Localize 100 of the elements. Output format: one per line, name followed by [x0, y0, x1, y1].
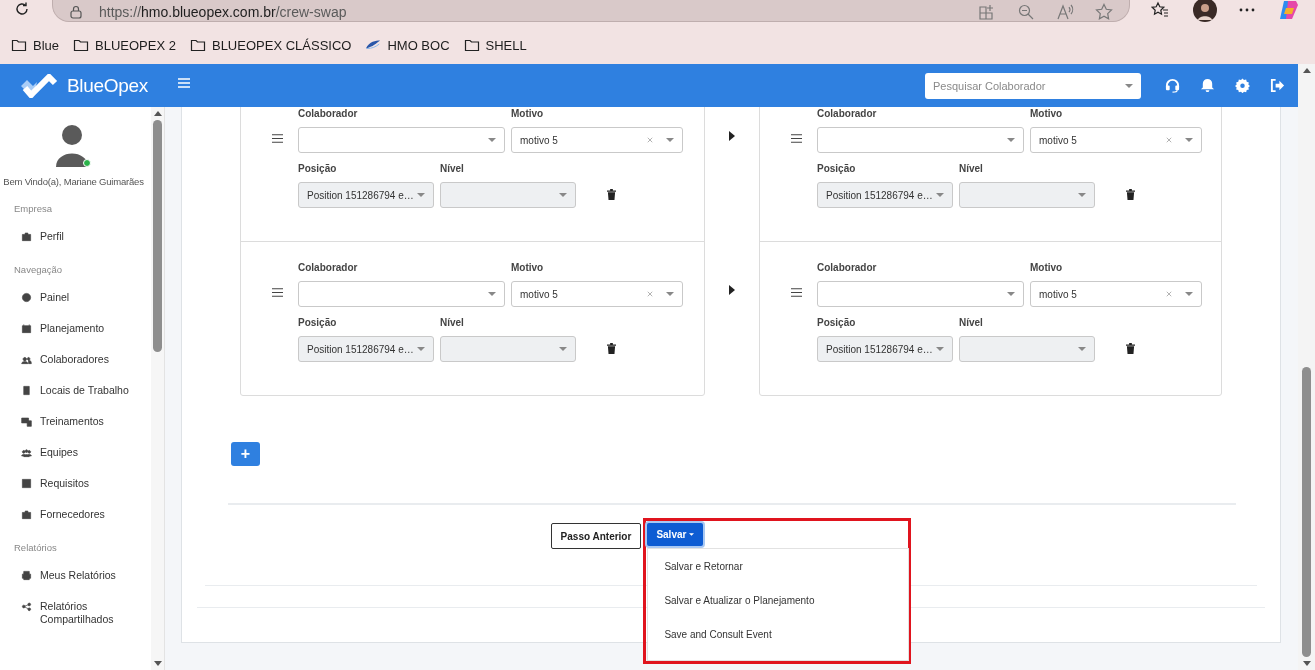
nav-icon	[21, 601, 32, 612]
sidebar-item[interactable]: Meus Relatórios	[0, 556, 151, 587]
folder-icon	[463, 37, 480, 53]
clear-icon[interactable]	[647, 291, 653, 297]
bookmark[interactable]: BLUEOPEX 2	[73, 37, 176, 53]
sidebar-item[interactable]: Equipes	[0, 433, 151, 464]
clear-icon[interactable]	[1166, 291, 1172, 297]
field-label: Posição	[298, 163, 338, 175]
drag-handle-icon[interactable]	[791, 288, 802, 297]
copilot-icon[interactable]	[1278, 0, 1300, 21]
trash-icon[interactable]	[1126, 189, 1135, 200]
caret-icon	[1185, 292, 1193, 296]
section-heading: Navegação	[13, 263, 64, 277]
menu-item[interactable]: Salvar e Atualizar o Planejamento	[648, 584, 909, 618]
welcome-text: Bem Vindo(a), Mariane Guimarães	[3, 176, 144, 187]
nav-icon	[21, 292, 32, 303]
triangle-right-icon	[729, 285, 735, 295]
settings-icon[interactable]	[1235, 78, 1250, 93]
motivo-select[interactable]: motivo 5	[1030, 281, 1202, 307]
drag-handle-icon[interactable]	[272, 134, 283, 143]
triangle-right-icon	[729, 131, 735, 141]
caret-icon	[936, 347, 944, 351]
field-label: Motivo	[1030, 108, 1064, 120]
profile-avatar-icon[interactable]	[1193, 0, 1217, 22]
trash-icon[interactable]	[607, 189, 616, 200]
url-text: https://hmo.blueopex.com.br/crew-swap	[99, 3, 347, 20]
menu-icon[interactable]	[178, 77, 191, 88]
sidebar-item[interactable]: Requisitos	[0, 464, 151, 495]
scroll-up-icon[interactable]	[153, 111, 162, 116]
scrollbar[interactable]	[151, 107, 164, 670]
nav-icon	[21, 385, 32, 396]
search-select[interactable]: Pesquisar Colaborador	[925, 72, 1141, 99]
nav-icon	[21, 478, 32, 489]
caret-icon	[488, 292, 496, 296]
field-label: Motivo	[511, 262, 545, 274]
star-icon[interactable]	[1095, 2, 1113, 21]
save-dropdown-button[interactable]: Salvar	[647, 523, 704, 546]
page-scrollbar[interactable]	[1298, 64, 1315, 670]
field-label: Motivo	[1030, 262, 1064, 274]
bell-icon[interactable]	[1200, 78, 1215, 93]
trash-icon[interactable]	[607, 343, 616, 354]
caret-icon	[1185, 138, 1193, 142]
menu-item[interactable]: Salvar e Retornar	[648, 550, 909, 584]
sidebar-item[interactable]: Locais de Trabalho	[0, 371, 151, 402]
reload-icon[interactable]	[14, 1, 30, 17]
bookmark[interactable]: BLUEOPEX CLÁSSICO	[189, 37, 352, 53]
checkmark-logo-icon	[19, 73, 59, 98]
field-label: Posição	[817, 163, 857, 175]
menu-item[interactable]: Save and Consult Event	[648, 618, 909, 652]
previous-step-button[interactable]: Passo Anterior	[550, 523, 642, 549]
more-icon[interactable]	[1239, 8, 1255, 12]
folder-icon	[11, 37, 27, 53]
bookmark[interactable]: Blue	[11, 37, 60, 53]
read-aloud-icon[interactable]	[1056, 2, 1074, 21]
motivo-select[interactable]: motivo 5	[1030, 127, 1202, 153]
caret-icon	[1007, 138, 1015, 142]
sidebar-item[interactable]: Perfil	[0, 217, 151, 248]
section-heading: Relatórios	[13, 541, 58, 555]
motivo-select[interactable]: motivo 5	[511, 281, 683, 307]
sidebar-item[interactable]: Relatórios Compartilhados	[0, 587, 151, 631]
sidebar-item[interactable]: Planejamento	[0, 309, 151, 340]
address-bar[interactable]: https://hmo.blueopex.com.br/crew-swap	[52, 0, 1130, 22]
grid-add-icon[interactable]	[978, 2, 996, 21]
motivo-select[interactable]: motivo 5	[511, 127, 683, 153]
bookmark[interactable]: SHELL	[463, 37, 527, 53]
caret-icon	[488, 138, 496, 142]
sidebar-item[interactable]: Treinamentos	[0, 402, 151, 433]
caret-icon	[666, 138, 674, 142]
zoom-out-icon[interactable]	[1017, 2, 1035, 21]
add-button[interactable]: +	[231, 442, 260, 466]
field-label: Posição	[817, 317, 857, 329]
caret-icon	[417, 347, 425, 351]
nav-icon	[21, 416, 32, 427]
field-label: Colaborador	[298, 262, 359, 274]
sidebar-item[interactable]: Colaboradores	[0, 340, 151, 371]
lock-icon[interactable]	[69, 4, 83, 19]
clear-icon[interactable]	[1166, 137, 1172, 143]
caret-icon	[1078, 193, 1086, 197]
trash-icon[interactable]	[1126, 343, 1135, 354]
clear-icon[interactable]	[647, 137, 653, 143]
sidebar-item[interactable]: Fornecedores	[0, 495, 151, 526]
drag-handle-icon[interactable]	[791, 134, 802, 143]
headset-icon[interactable]	[1165, 78, 1180, 93]
caret-icon	[689, 533, 695, 536]
nav-icon	[21, 231, 32, 242]
drag-handle-icon[interactable]	[272, 288, 283, 297]
field-label: Colaborador	[817, 108, 878, 120]
favorites-icon[interactable]	[1151, 1, 1169, 19]
sidebar-item[interactable]: Painel	[0, 278, 151, 309]
scroll-down-icon[interactable]	[153, 661, 162, 666]
scroll-down-icon[interactable]	[1302, 661, 1311, 666]
caret-icon	[559, 193, 567, 197]
logout-icon[interactable]	[1270, 78, 1285, 93]
field-label: Posição	[298, 317, 338, 329]
user-avatar-icon	[54, 124, 91, 168]
bookmark[interactable]: HMO BOC	[365, 37, 450, 53]
field-label: Colaborador	[298, 108, 359, 120]
scroll-up-icon[interactable]	[1302, 68, 1311, 73]
field-label: Nível	[440, 163, 465, 175]
field-label: Motivo	[511, 108, 545, 120]
